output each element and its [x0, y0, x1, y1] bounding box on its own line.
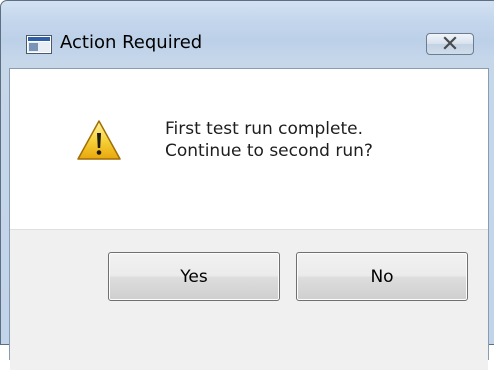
- yes-button[interactable]: Yes: [108, 252, 280, 301]
- window-app-icon: [26, 35, 52, 54]
- close-icon: [442, 35, 458, 54]
- message-line-2: Continue to second run?: [165, 141, 373, 161]
- dialog-message: First test run complete. Continue to sec…: [165, 118, 373, 162]
- message-area: First test run complete. Continue to sec…: [10, 69, 488, 229]
- no-button[interactable]: No: [296, 252, 468, 301]
- message-line-1: First test run complete.: [165, 119, 363, 139]
- close-button[interactable]: [426, 33, 474, 55]
- title-bar[interactable]: [1, 1, 494, 31]
- warning-icon: [76, 119, 122, 161]
- dialog-client-area: First test run complete. Continue to sec…: [9, 68, 489, 370]
- window-title: Action Required: [60, 32, 203, 53]
